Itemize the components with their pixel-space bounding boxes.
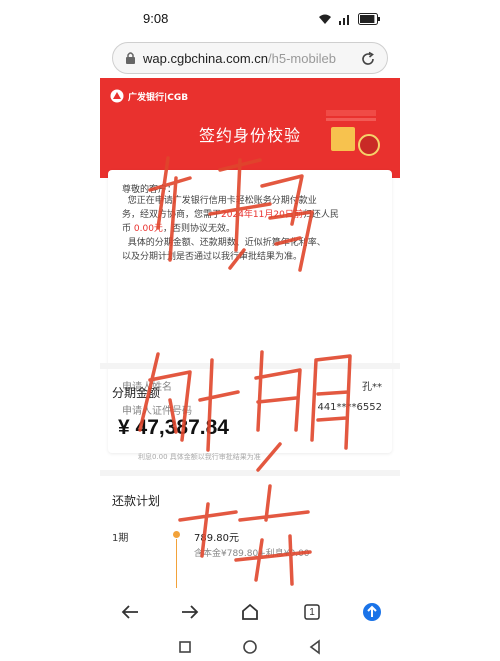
applicant-name-value: 孔** bbox=[362, 382, 382, 393]
status-icons bbox=[318, 11, 380, 27]
forward-button[interactable] bbox=[178, 600, 202, 624]
menu-button[interactable] bbox=[360, 600, 384, 624]
lock-icon bbox=[126, 52, 135, 64]
back-button[interactable] bbox=[118, 600, 142, 624]
reload-icon[interactable] bbox=[359, 50, 377, 68]
plan-detail: 含本金¥789.80+利息¥0.00 bbox=[194, 549, 310, 559]
notice-line1: 您正在申请广发银行信用卡轻松账务分期付款业 bbox=[127, 196, 317, 206]
header-decoration-2 bbox=[326, 118, 376, 121]
notice-line5: 具体的分期金额、还款期数、近似折算年化利率、 bbox=[127, 238, 326, 248]
web-page: 广发银行|CGB 签约身份校验 尊敬的客户： 您正在申请广发银行信用卡轻松账务分… bbox=[100, 78, 400, 588]
address-bar[interactable]: wap.cgbchina.com.cn/h5-mobileb bbox=[112, 42, 388, 74]
applicant-id-label: 申请人证件号码 bbox=[122, 406, 192, 417]
notice-line3: 归还人民 bbox=[302, 210, 339, 220]
url-host: wap.cgbchina.com.cn bbox=[143, 51, 269, 66]
timeline-dot bbox=[173, 531, 180, 538]
forward-icon bbox=[182, 605, 199, 619]
home-icon bbox=[242, 603, 258, 620]
battery-icon bbox=[358, 13, 380, 25]
installment-amount: ¥ 47,387.84 bbox=[118, 416, 229, 439]
installment-note: 利息0.00 具体金额以我行审批结果为准 bbox=[138, 453, 261, 461]
notice-card: 尊敬的客户： 您正在申请广发银行信用卡轻松账务分期付款业 务，经双方协商，您需于… bbox=[108, 170, 392, 453]
notice-line6: 以及分期计划是否通过以我行审批结果为准。 bbox=[122, 252, 303, 262]
nav-back-icon[interactable] bbox=[306, 638, 324, 656]
nav-circle-icon[interactable] bbox=[241, 638, 259, 656]
page-header: 广发银行|CGB 签约身份校验 bbox=[100, 78, 400, 178]
menu-upload-icon bbox=[363, 603, 381, 621]
url-text[interactable]: wap.cgbchina.com.cn/h5-mobileb bbox=[143, 51, 353, 66]
header-decoration bbox=[326, 110, 376, 116]
tab-count: 1 bbox=[309, 606, 315, 618]
section-divider-2 bbox=[100, 470, 400, 476]
id-card-icon bbox=[331, 127, 355, 151]
notice-line4-prefix: 币 bbox=[122, 224, 132, 234]
browser-toolbar: 1 bbox=[0, 592, 500, 632]
notice-line4-suffix: ，否则协议无效。 bbox=[162, 224, 235, 234]
status-bar: 9:08 bbox=[0, 0, 500, 38]
page-title: 签约身份校验 bbox=[198, 126, 301, 145]
applicant-id-value: 441****6552 bbox=[317, 402, 382, 413]
section-divider bbox=[100, 363, 400, 369]
notice-line2: 务，经双方协商，您需于 bbox=[122, 210, 222, 220]
installment-title: 分期金额 bbox=[112, 386, 161, 400]
plan-amount: 789.80元 bbox=[194, 533, 239, 544]
brand-text: 广发银行|CGB bbox=[128, 92, 189, 103]
timeline-line bbox=[176, 539, 177, 588]
system-navbar bbox=[0, 634, 500, 661]
fee-text: 0.00元 bbox=[133, 224, 163, 234]
signal-icon bbox=[339, 15, 349, 25]
wifi-icon bbox=[319, 14, 331, 24]
deadline-text: 2024年11月20日前 bbox=[221, 210, 303, 220]
tabs-button[interactable]: 1 bbox=[300, 600, 324, 624]
plan-title: 还款计划 bbox=[112, 494, 161, 508]
home-button[interactable] bbox=[238, 600, 262, 624]
plan-period: 1期 bbox=[112, 533, 129, 544]
clock: 9:08 bbox=[143, 11, 169, 26]
warning-icon bbox=[358, 134, 380, 156]
bank-logo-icon bbox=[110, 89, 124, 103]
back-icon bbox=[121, 605, 138, 619]
nav-square-icon[interactable] bbox=[176, 638, 194, 656]
notice-paragraph: 您正在申请广发银行信用卡轻松账务分期付款业 务，经双方协商，您需于2024年11… bbox=[122, 194, 382, 264]
url-path: /h5-mobileb bbox=[268, 51, 336, 66]
bank-brand: 广发银行|CGB bbox=[110, 89, 188, 103]
